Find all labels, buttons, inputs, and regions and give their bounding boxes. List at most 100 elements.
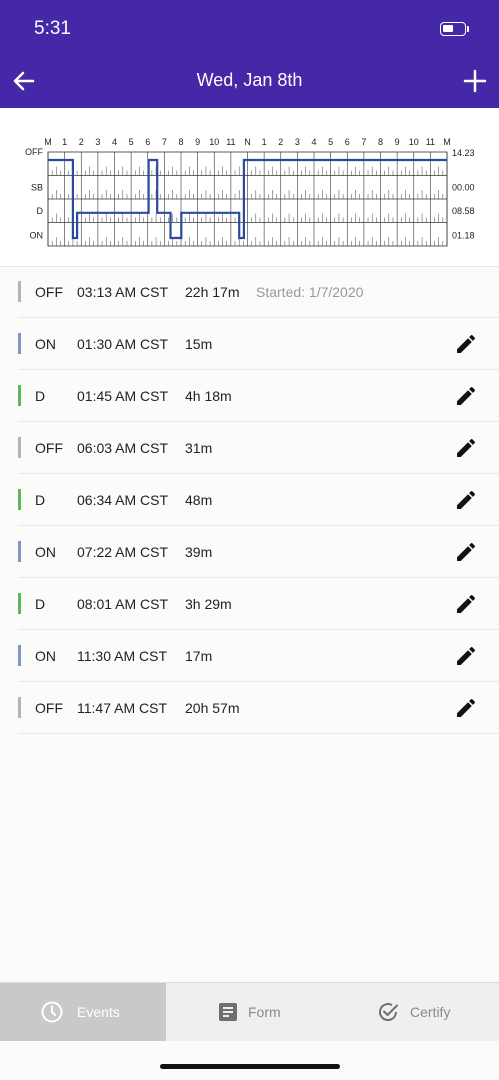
battery-nub	[467, 26, 469, 32]
event-time: 11:30 AM CST	[77, 648, 168, 664]
pencil-icon	[457, 594, 476, 613]
tab-events[interactable]: Events	[0, 983, 166, 1041]
row-label: D	[37, 206, 44, 216]
hour-label: 9	[395, 137, 400, 147]
pencil-icon	[457, 542, 476, 561]
status-time: 5:31	[34, 18, 71, 39]
row-total: 08.58	[452, 206, 475, 216]
status-indicator	[18, 697, 21, 718]
event-time: 01:30 AM CST	[77, 336, 169, 352]
hour-label: 10	[409, 137, 419, 147]
event-duration: 20h 57m	[185, 700, 240, 716]
pencil-icon	[457, 646, 476, 665]
hour-label: 5	[328, 137, 333, 147]
hour-label: 1	[62, 137, 67, 147]
event-row[interactable]: OFF 03:13 AM CST 22h 17m Started: 1/7/2020	[18, 266, 499, 318]
hour-label: 4	[112, 137, 117, 147]
pencil-icon	[457, 490, 476, 509]
event-time: 07:22 AM CST	[77, 544, 169, 560]
hour-label: 11	[226, 137, 235, 147]
hour-label: 7	[361, 137, 366, 147]
row-label: OFF	[25, 147, 43, 157]
event-time: 08:01 AM CST	[77, 596, 169, 612]
hour-label: 5	[129, 137, 134, 147]
status-indicator	[18, 437, 21, 458]
hour-label: 6	[145, 137, 150, 147]
hour-label: M	[44, 137, 52, 147]
log-graph: M 1 2 3 4 5 6 7 8 9 10 11 N 1 2 3 4 5 6 7 8 9 10 11 M OFF 14.23 SB 0…	[0, 108, 499, 267]
row-total: 14.23	[452, 148, 475, 158]
event-row[interactable]: ON 07:22 AM CST 39m	[18, 526, 499, 578]
event-status: OFF	[35, 284, 63, 300]
status-indicator	[18, 333, 21, 354]
plus-icon	[463, 69, 487, 93]
tab-label: Certify	[410, 1004, 451, 1020]
event-row[interactable]: D 08:01 AM CST 3h 29m	[18, 578, 499, 630]
hour-label: 3	[95, 137, 100, 147]
hour-label: 9	[195, 137, 200, 147]
edit-button[interactable]	[454, 644, 478, 668]
home-indicator	[160, 1064, 340, 1069]
event-duration: 15m	[185, 336, 213, 352]
header: 5:31 Wed, Jan 8th	[0, 0, 499, 108]
tab-form[interactable]: Form	[166, 983, 332, 1041]
hour-label: 10	[209, 137, 219, 147]
event-row[interactable]: D 06:34 AM CST 48m	[18, 474, 499, 526]
battery-icon	[440, 22, 466, 36]
event-time: 06:34 AM CST	[77, 492, 169, 508]
event-duration: 31m	[185, 440, 213, 456]
page-title: Wed, Jan 8th	[196, 70, 303, 90]
hour-label: 1	[262, 137, 267, 147]
clock-icon	[40, 1000, 64, 1024]
row-label: SB	[31, 182, 43, 192]
edit-button[interactable]	[454, 332, 478, 356]
event-time: 03:13 AM CST	[77, 284, 169, 300]
row-total: 01.18	[452, 231, 475, 241]
event-time: 11:47 AM CST	[77, 700, 168, 716]
event-status: ON	[35, 648, 56, 664]
event-status: D	[35, 388, 46, 404]
hour-label: 8	[378, 137, 383, 147]
event-duration: 48m	[185, 492, 213, 508]
event-row[interactable]: D 01:45 AM CST 4h 18m	[18, 370, 499, 422]
tab-label: Events	[77, 1004, 120, 1020]
status-indicator	[18, 385, 21, 406]
hour-label: 6	[345, 137, 350, 147]
add-event-button[interactable]	[460, 66, 490, 96]
event-duration: 4h 18m	[185, 388, 232, 404]
status-indicator	[18, 645, 21, 666]
tab-certify[interactable]: Certify	[332, 983, 499, 1041]
pencil-icon	[457, 438, 476, 457]
event-duration: 22h 17m	[185, 284, 240, 300]
event-status: OFF	[35, 440, 63, 456]
hour-label: 2	[278, 137, 283, 147]
edit-button[interactable]	[454, 488, 478, 512]
hour-label: 4	[311, 137, 316, 147]
edit-button[interactable]	[454, 592, 478, 616]
event-row[interactable]: OFF 11:47 AM CST 20h 57m	[18, 682, 499, 734]
row-label: ON	[30, 231, 44, 241]
event-status: D	[35, 596, 46, 612]
event-row[interactable]: ON 01:30 AM CST 15m	[18, 318, 499, 370]
event-row[interactable]: OFF 06:03 AM CST 31m	[18, 422, 499, 474]
form-icon	[216, 1000, 240, 1024]
pencil-icon	[457, 386, 476, 405]
check-circle-icon	[376, 1000, 400, 1024]
event-note: Started: 1/7/2020	[256, 284, 364, 300]
edit-button[interactable]	[454, 436, 478, 460]
edit-button[interactable]	[454, 540, 478, 564]
row-total: 00.00	[452, 182, 475, 192]
edit-button[interactable]	[454, 696, 478, 720]
event-status: D	[35, 492, 46, 508]
status-indicator	[18, 541, 21, 562]
event-duration: 3h 29m	[185, 596, 232, 612]
hour-label: 11	[426, 137, 435, 147]
edit-button[interactable]	[454, 384, 478, 408]
event-row[interactable]: ON 11:30 AM CST 17m	[18, 630, 499, 682]
hour-label: 3	[295, 137, 300, 147]
hour-label: 7	[162, 137, 167, 147]
status-indicator	[18, 593, 21, 614]
hour-label: N	[244, 137, 251, 147]
tab-bar: Events Form Certify	[0, 982, 499, 1041]
log-graph-svg: M 1 2 3 4 5 6 7 8 9 10 11 N 1 2 3 4 5 6 7 8 9 10 11 MOFF 14.23SB 0…	[25, 137, 475, 247]
